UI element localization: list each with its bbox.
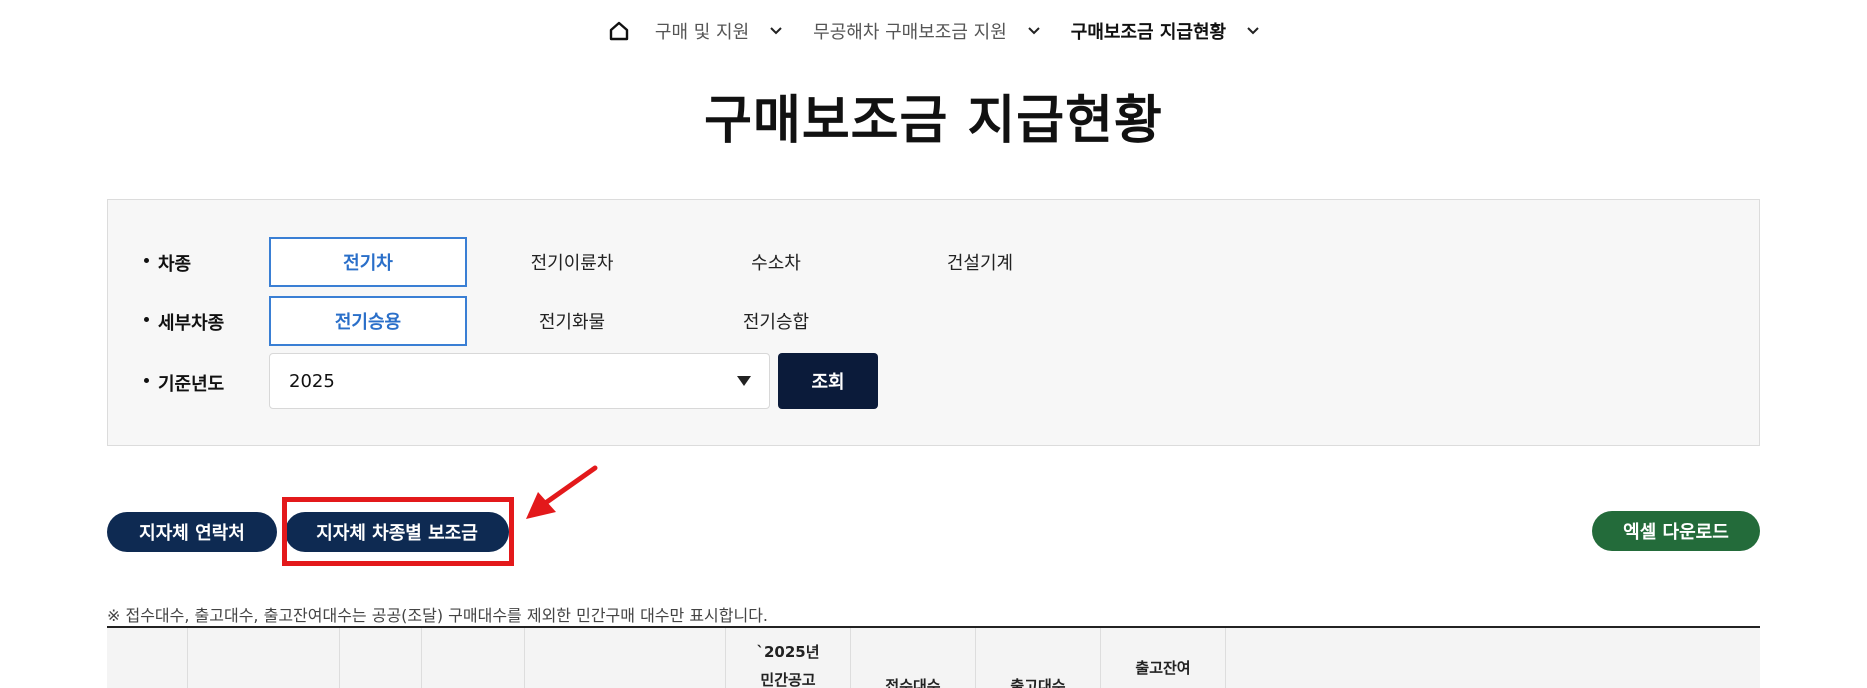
breadcrumb-item-purchase-support[interactable]: 구매 및 지원	[655, 18, 783, 44]
excel-download-button[interactable]: 엑셀 다운로드	[1592, 511, 1760, 551]
table-header-cell-public-notice: `2025년 민간공고	[726, 628, 851, 688]
table-header-cell-delivered: 출고대수	[976, 628, 1101, 688]
breadcrumb-label: 구매 및 지원	[654, 22, 750, 43]
chevron-down-icon	[1246, 24, 1260, 38]
year-select-value: 2025	[289, 370, 335, 392]
bullet-icon	[144, 257, 149, 263]
sub-type-option-bus[interactable]: 전기승합	[677, 296, 875, 346]
table-header-cell	[188, 628, 340, 688]
home-icon[interactable]	[607, 19, 631, 43]
vehicle-type-option-ev[interactable]: 전기차	[269, 237, 467, 287]
highlight-box	[282, 497, 514, 566]
page-title: 구매보조금 지급현황	[704, 91, 1163, 151]
sub-type-option-cargo[interactable]: 전기화물	[473, 296, 671, 346]
sub-type-label: 세부차종	[144, 309, 224, 335]
search-button[interactable]: 조회	[778, 353, 878, 409]
year-select[interactable]: 2025	[269, 353, 770, 409]
local-gov-contact-button[interactable]: 지자체 연락처	[107, 512, 277, 552]
sub-type-option-passenger[interactable]: 전기승용	[269, 296, 467, 346]
vehicle-type-option-hydrogen[interactable]: 수소차	[677, 237, 875, 287]
bullet-icon	[144, 377, 149, 383]
bullet-icon	[144, 316, 149, 322]
breadcrumb-item-current[interactable]: 구매보조금 지급현황	[1071, 18, 1260, 44]
table-header-cell-remaining: 출고잔여	[1101, 628, 1226, 688]
vehicle-type-label: 차종	[144, 250, 191, 276]
caret-down-icon	[737, 376, 751, 386]
vehicle-type-label-text: 차종	[158, 254, 192, 275]
table-header-cell	[107, 628, 188, 688]
table-header-cell	[1226, 628, 1760, 688]
table-header-cell	[422, 628, 525, 688]
breadcrumb: 구매 및 지원 무공해차 구매보조금 지원 구매보조금 지급현황	[0, 14, 1867, 48]
table-header-cell	[525, 628, 726, 688]
chevron-down-icon	[1027, 24, 1041, 38]
year-label: 기준년도	[144, 370, 224, 396]
table-header-cell	[340, 628, 422, 688]
notice-text: ※ 접수대수, 출고대수, 출고잔여대수는 공공(조달) 구매대수를 제외한 민…	[107, 606, 769, 625]
vehicle-type-option-construction[interactable]: 건설기계	[881, 237, 1079, 287]
breadcrumb-label: 구매보조금 지급현황	[1070, 22, 1227, 43]
breadcrumb-label: 무공해차 구매보조금 지원	[813, 22, 1007, 43]
chevron-down-icon	[769, 24, 783, 38]
vehicle-type-option-e-motorcycle[interactable]: 전기이륜차	[473, 237, 671, 287]
table-header-cell-received: 접수대수	[851, 628, 976, 688]
annotation-arrow-icon	[520, 464, 600, 530]
breadcrumb-item-zero-emission-subsidy[interactable]: 무공해차 구매보조금 지원	[813, 18, 1041, 44]
filter-panel: 차종 전기차 전기이륜차 수소차 건설기계 세부차종 전기승용 전기화물 전기승…	[107, 199, 1760, 446]
table-header: `2025년 민간공고 접수대수 출고대수 출고잔여	[107, 626, 1760, 688]
year-label-text: 기준년도	[158, 374, 225, 395]
sub-type-label-text: 세부차종	[158, 313, 225, 334]
